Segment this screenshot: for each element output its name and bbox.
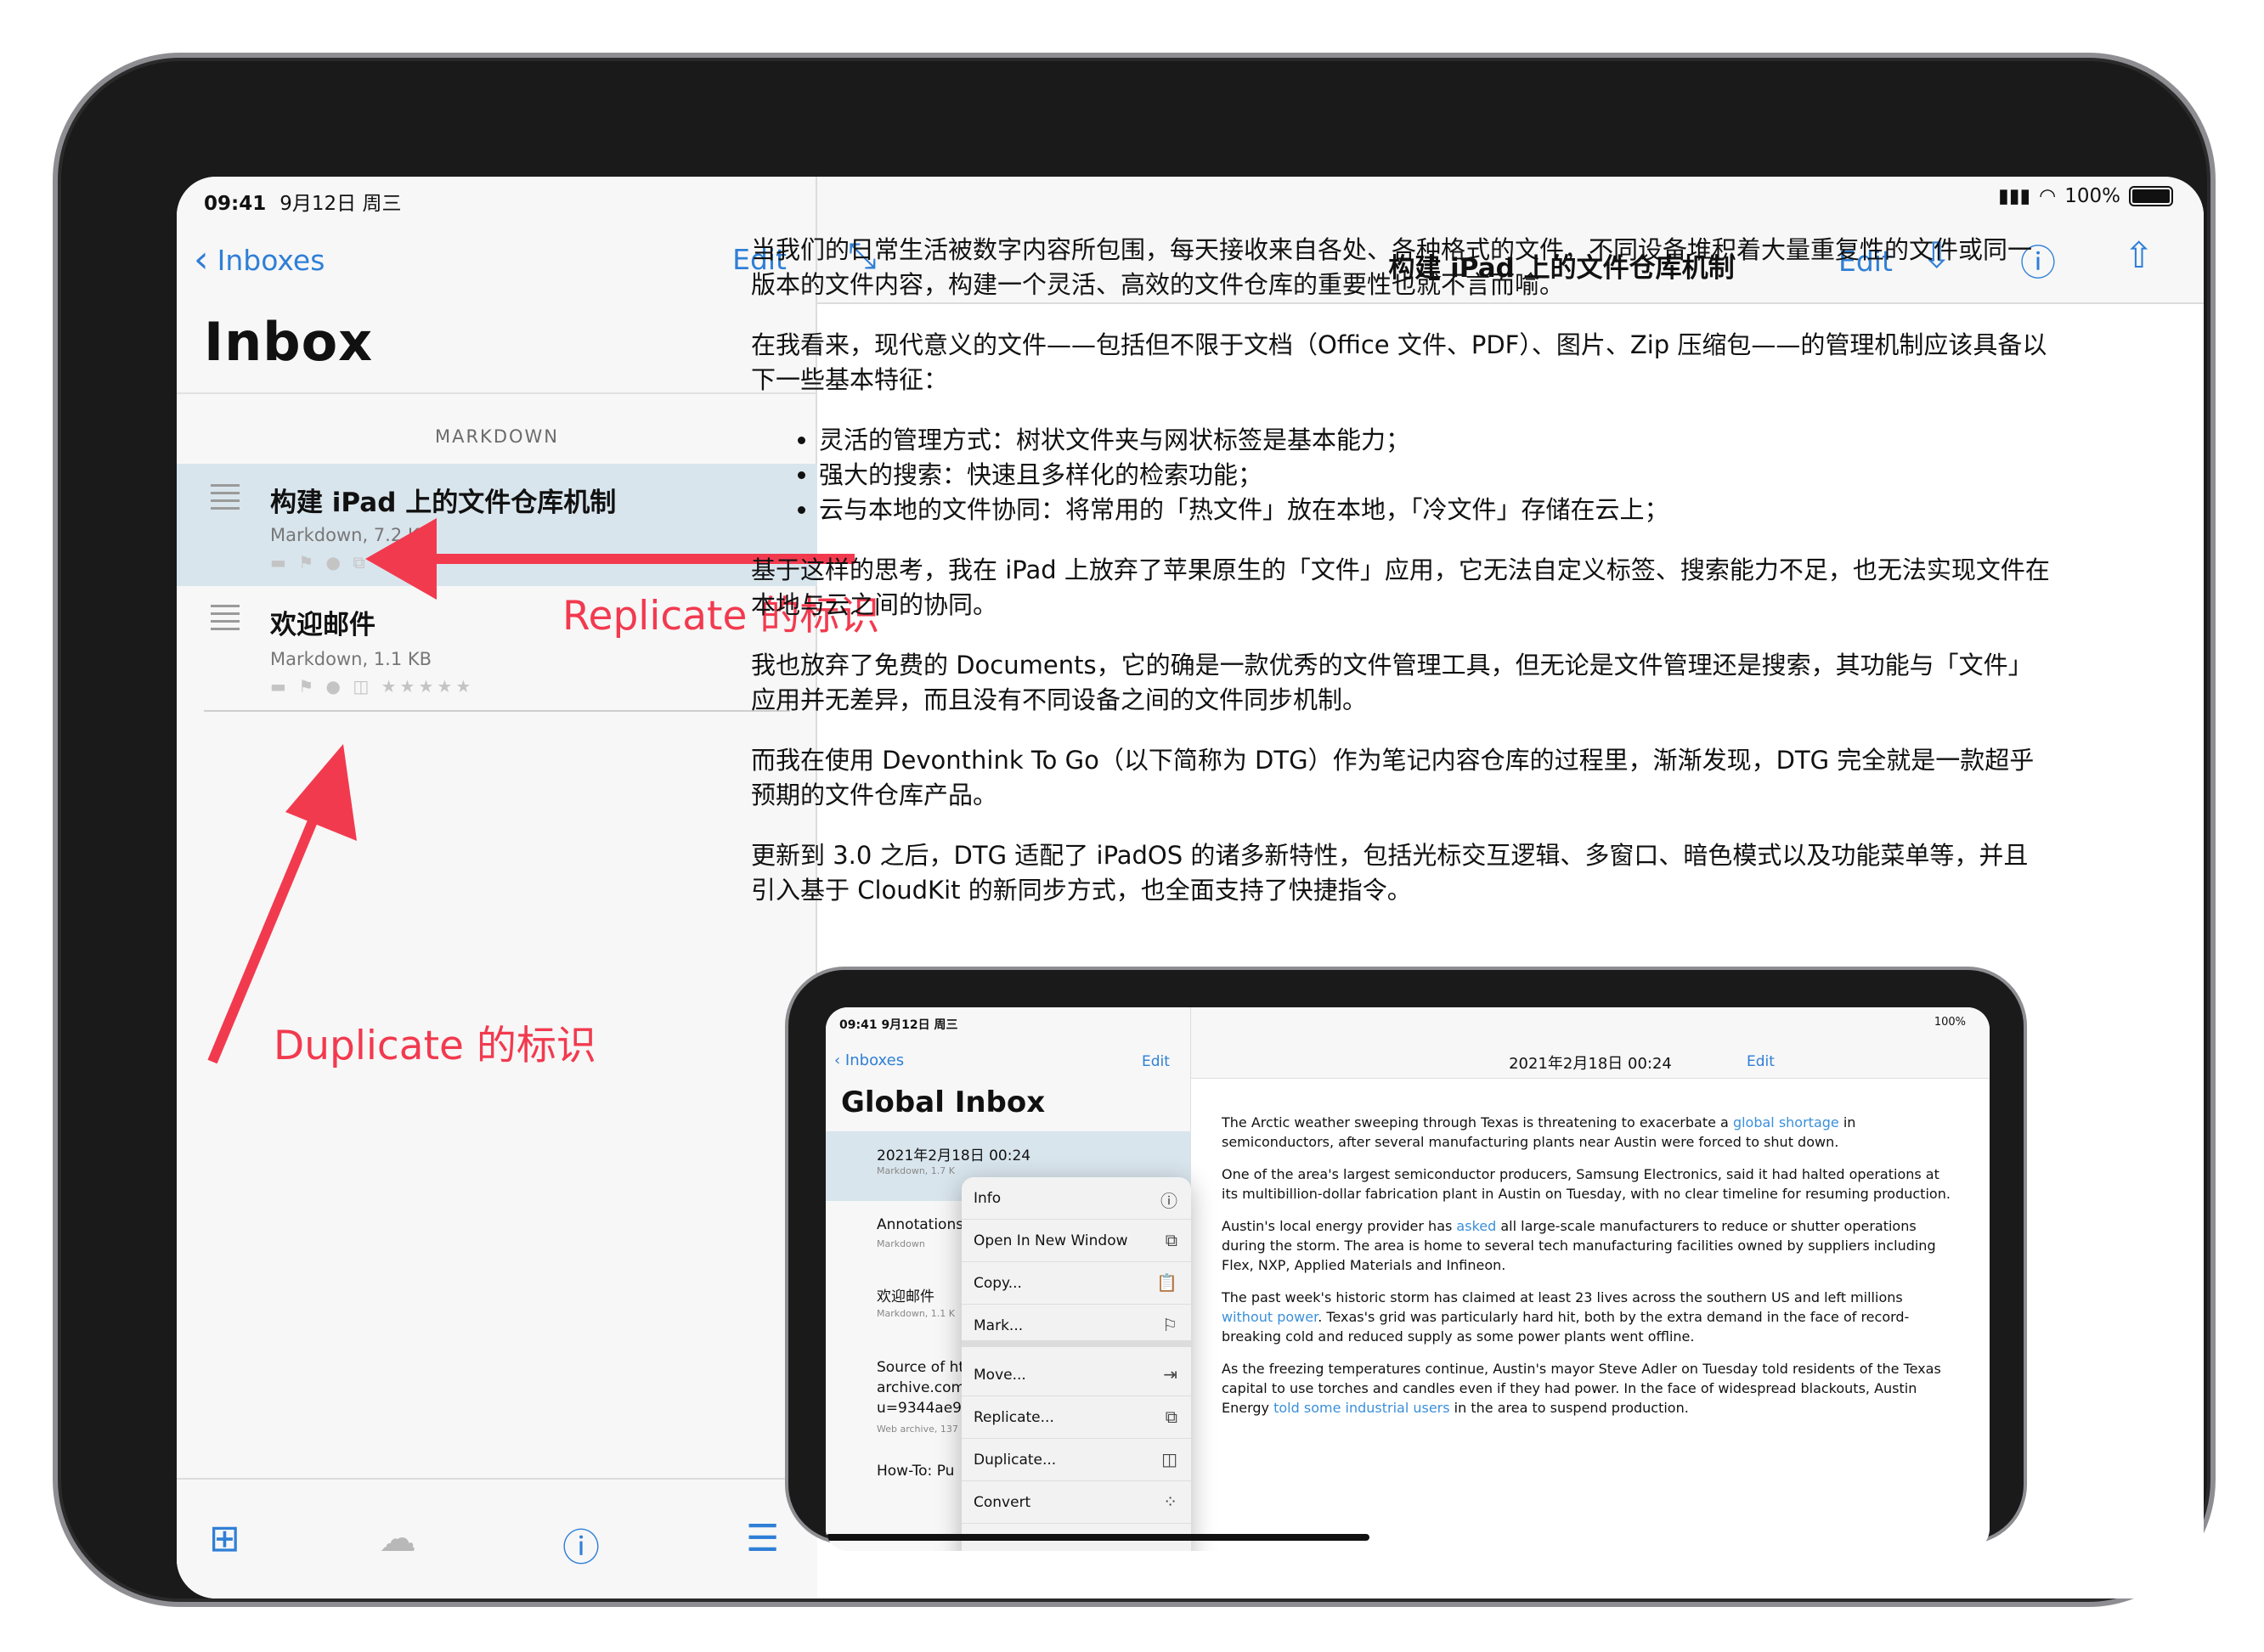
list-item: 强大的搜索：快速且多样化的检索功能； [819, 458, 2051, 493]
paragraph: 基于这样的思考，我在 iPad 上放弃了苹果原生的「文件」应用，它无法自定义标签… [751, 555, 2050, 619]
paragraph: 当我们的日常生活被数字内容所包围，每天接收来自各处、各种格式的文件，不同设备堆积… [751, 235, 2033, 299]
embedded-screen: 09:41 9月12日 周三 ‹ Inboxes Edit Global Inb… [826, 1007, 1990, 1551]
home-indicator [826, 1534, 1369, 1541]
bullet-list: 灵活的管理方式：树状文件夹与网状标签是基本能力； 强大的搜索：快速且多样化的检索… [819, 423, 2051, 527]
embedded-document: The Arctic weather sweeping through Texa… [1222, 1114, 1951, 1416]
embedded-navbar: 100% 2021年2月18日 00:24 Edit [1191, 1007, 1990, 1079]
list-item: 云与本地的文件协同：将常用的「热文件」放在本地，「冷文件」存储在云上； [819, 493, 2051, 527]
embedded-back-button: ‹ Inboxes [834, 1052, 905, 1069]
duplicate-annotation: Duplicate 的标识 [274, 1023, 596, 1069]
paragraph: 在我看来，现代意义的文件——包括但不限于文档（Office 文件、PDF）、图片… [751, 330, 2047, 394]
paragraph: 更新到 3.0 之后，DTG 适配了 iPadOS 的诸多新特性，包括光标交互逻… [751, 841, 2029, 905]
embedded-screenshot: 09:41 9月12日 周三 ‹ Inboxes Edit Global Inb… [785, 967, 2027, 1551]
document-body: 当我们的日常生活被数字内容所包围，每天接收来自各处、各种格式的文件，不同设备堆积… [751, 233, 2051, 933]
ipad-frame: 09:41 9月12日 周三 ‹ Inboxes Edit Inbox MARK… [53, 53, 2216, 1607]
context-menu: Info ⓘ Open In New Window ⧉ Copy... 📋 Mark.… [962, 1177, 1191, 1551]
list-item: 灵活的管理方式：树状文件夹与网状标签是基本能力； [819, 423, 2051, 458]
paragraph: 而我在使用 Devonthink To Go（以下简称为 DTG）作为笔记内容仓… [751, 746, 2035, 809]
paragraph: 我也放弃了免费的 Documents，它的确是一款优秀的文件管理工具，但无论是文… [751, 651, 2033, 714]
